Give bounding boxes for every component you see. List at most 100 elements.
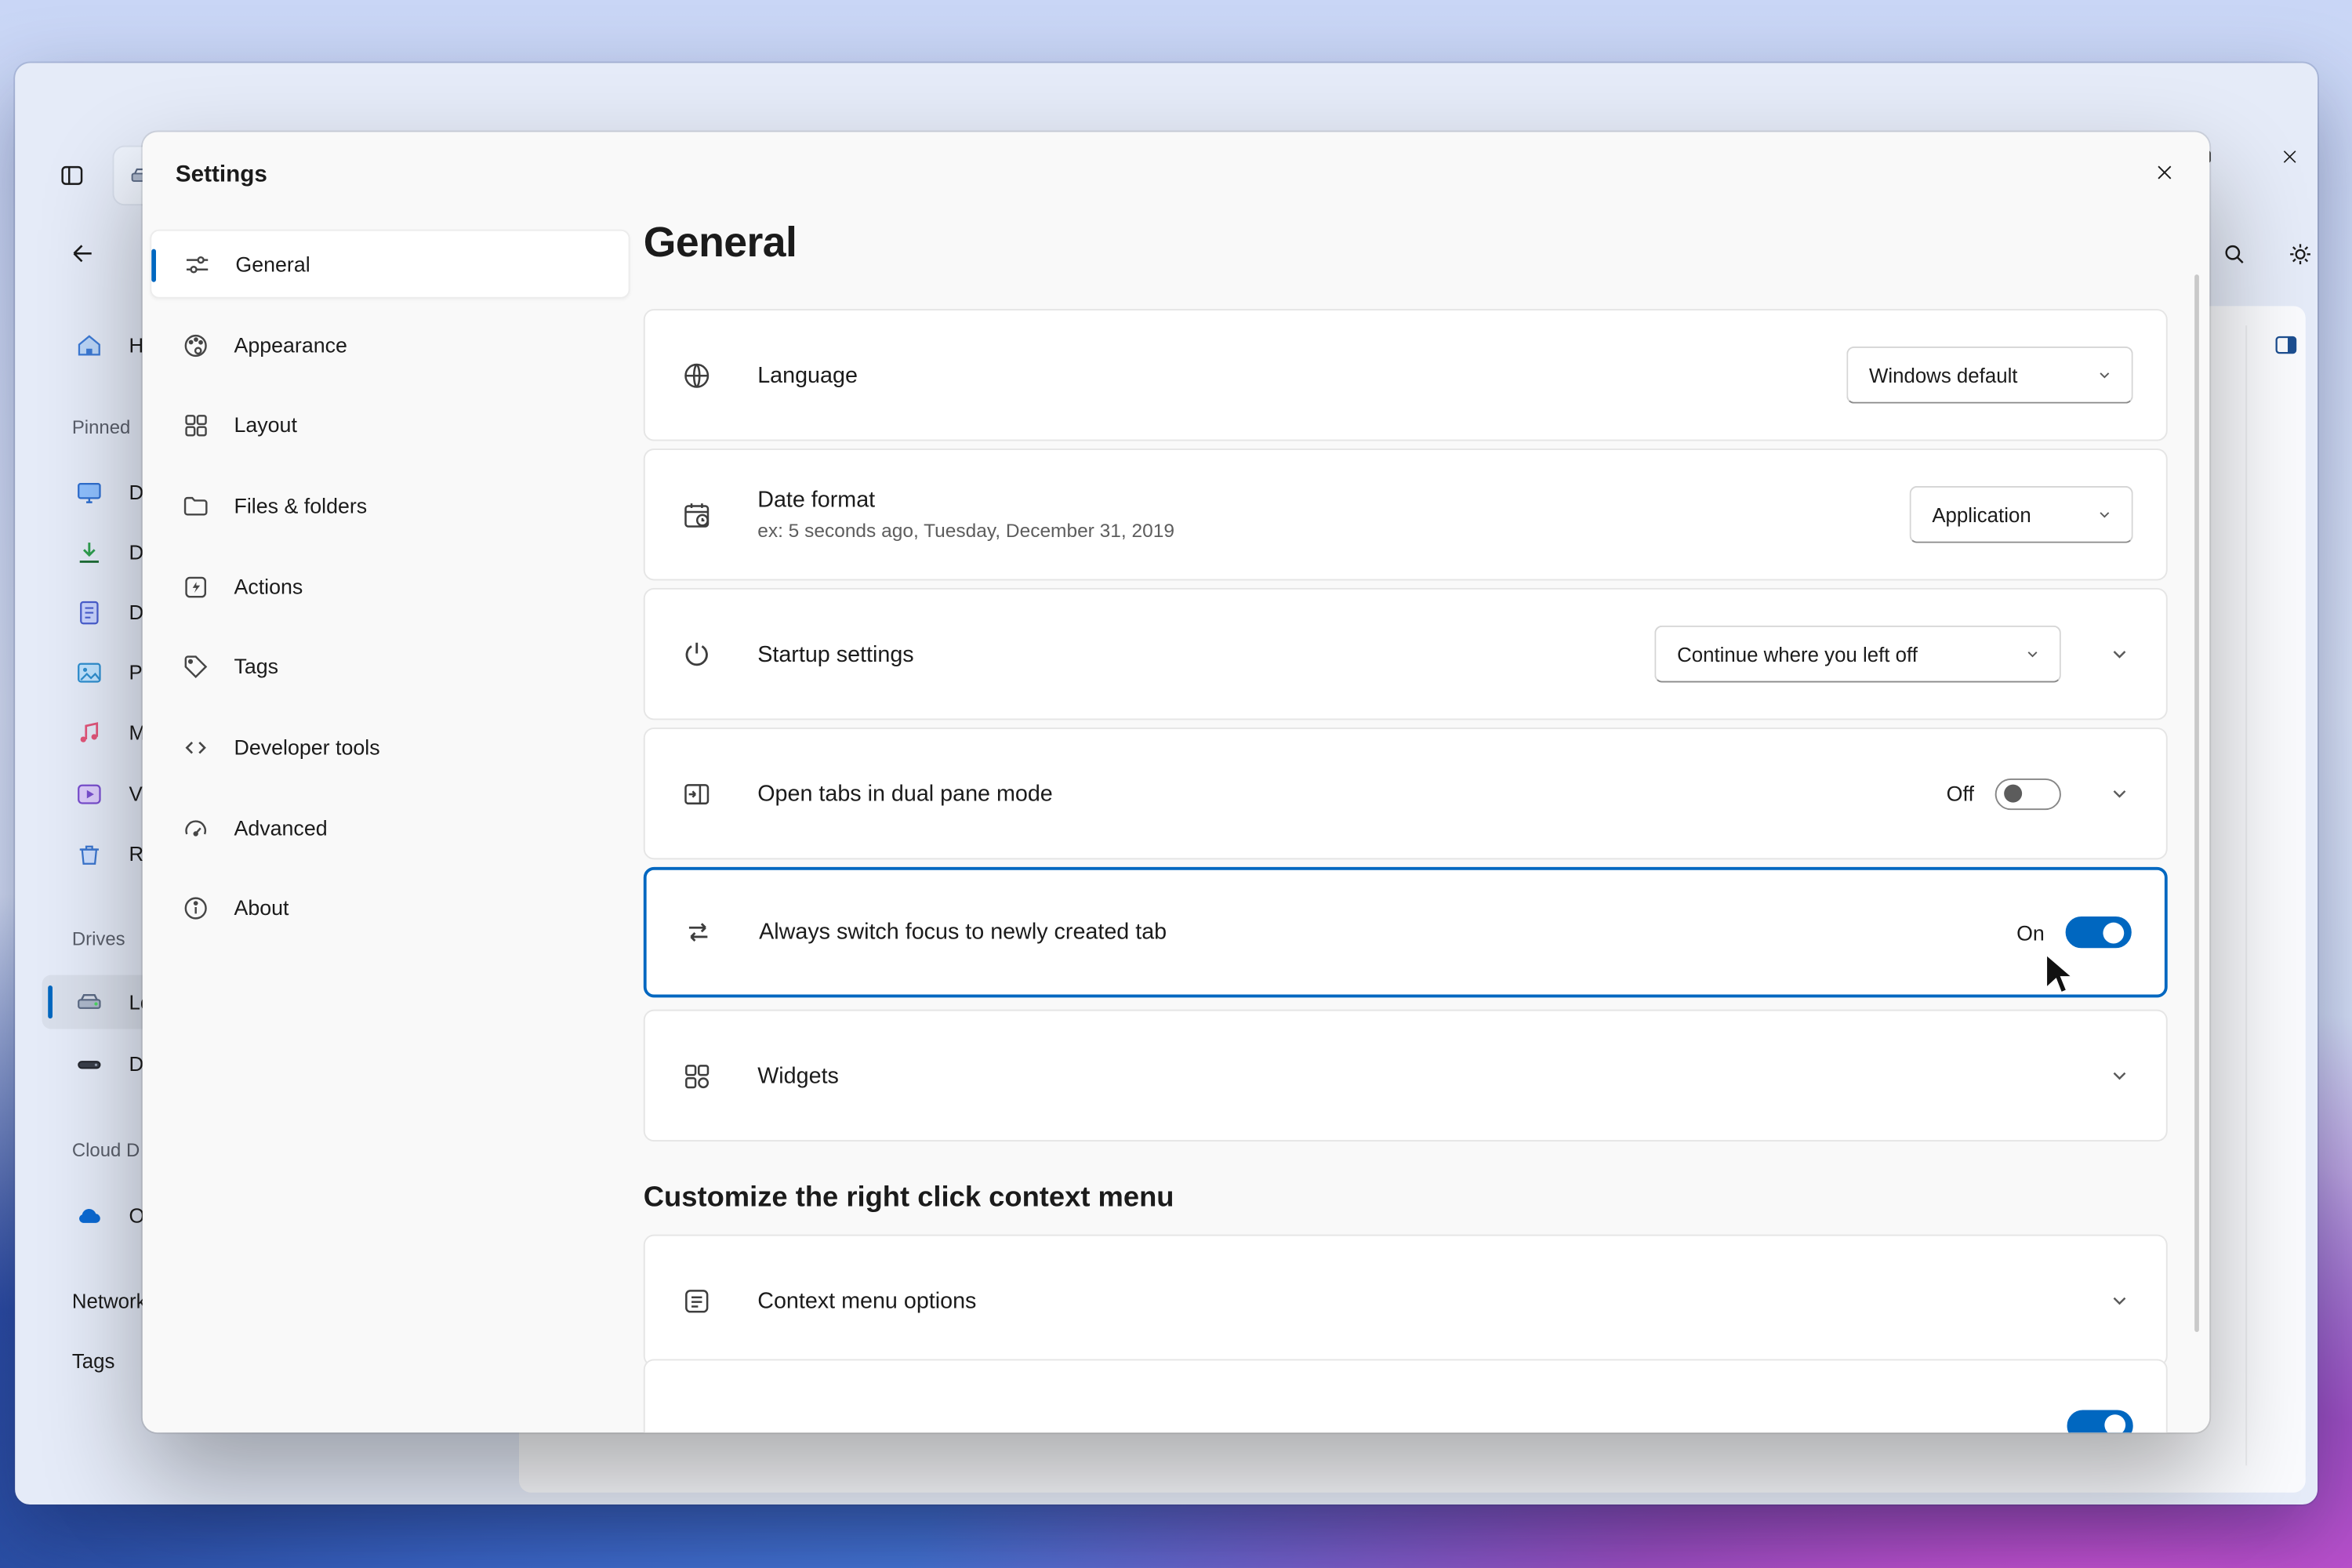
dialog-close-button[interactable] xyxy=(2137,147,2191,198)
desktop-icon xyxy=(75,477,103,506)
sidebar-toggle-icon xyxy=(59,162,85,189)
calendar-clock-icon xyxy=(681,499,713,530)
home-icon xyxy=(75,331,103,359)
videos-icon xyxy=(75,779,103,808)
expand-chevron-icon[interactable] xyxy=(2106,642,2132,666)
tag-icon xyxy=(182,652,210,680)
expand-chevron-icon[interactable] xyxy=(2106,1289,2132,1313)
setting-label: Open tabs in dual pane mode xyxy=(757,781,1053,807)
setting-row-date-format: Date format ex: 5 seconds ago, Tuesday, … xyxy=(644,448,2168,580)
nav-label: About xyxy=(234,895,289,920)
sidebar-section-pinned: Pinned xyxy=(72,417,130,438)
nav-label: Developer tools xyxy=(234,735,379,760)
sidebar-item-network[interactable]: Network xyxy=(72,1290,147,1312)
expand-chevron-icon[interactable] xyxy=(2106,782,2132,806)
pictures-icon xyxy=(75,658,103,686)
settings-nav-tags[interactable]: Tags xyxy=(150,631,630,700)
expand-chevron-icon[interactable] xyxy=(2106,1064,2132,1088)
setting-row-context-menu[interactable]: Context menu options xyxy=(644,1235,2168,1367)
date-format-dropdown[interactable]: Application xyxy=(1910,486,2133,543)
sidebar-section-cloud-drives: Cloud D xyxy=(72,1140,140,1161)
settings-nav-developer-tools[interactable]: Developer tools xyxy=(150,713,630,782)
folder-icon xyxy=(182,492,210,520)
nav-label: Appearance xyxy=(234,333,347,358)
chevron-down-icon xyxy=(2096,506,2114,524)
switch-focus-toggle[interactable] xyxy=(2066,916,2132,948)
screen: Local Disk (C:) xyxy=(0,0,2352,1568)
setting-row-dual-pane[interactable]: Open tabs in dual pane mode Off xyxy=(644,728,2168,859)
language-dropdown[interactable]: Windows default xyxy=(1846,347,2132,404)
nav-label: Tags xyxy=(234,654,278,678)
setting-description: ex: 5 seconds ago, Tuesday, December 31,… xyxy=(757,519,1174,542)
mouse-cursor xyxy=(2043,953,2076,997)
setting-row-startup[interactable]: Startup settings Continue where you left… xyxy=(644,588,2168,720)
slim-drive-icon xyxy=(75,1049,103,1077)
search-button[interactable] xyxy=(2211,233,2256,275)
nav-label: Advanced xyxy=(234,816,327,840)
back-arrow-icon xyxy=(69,240,96,267)
page-title: General xyxy=(644,219,797,267)
nav-label: Actions xyxy=(234,575,303,599)
setting-row-widgets[interactable]: Widgets xyxy=(644,1010,2168,1142)
widgets-icon xyxy=(681,1060,713,1091)
chevron-down-icon xyxy=(2096,366,2114,384)
dialog-title: Settings xyxy=(176,162,267,189)
dropdown-value: Windows default xyxy=(1869,364,2018,387)
settings-nav-layout[interactable]: Layout xyxy=(150,390,630,459)
grid-icon xyxy=(182,410,210,438)
settings-nav-appearance[interactable]: Appearance xyxy=(150,310,630,379)
toggle-state-label: On xyxy=(2016,920,2045,945)
dropdown-value: Application xyxy=(1932,503,2031,526)
cloud-icon xyxy=(75,1201,103,1229)
partial-row-toggle[interactable] xyxy=(2067,1410,2133,1433)
window-close-button[interactable] xyxy=(2255,129,2318,183)
split-pane-icon xyxy=(2273,332,2299,358)
dual-pane-icon xyxy=(681,778,713,809)
selection-accent-bar xyxy=(151,249,156,282)
startup-dropdown[interactable]: Continue where you left off xyxy=(1654,626,2061,683)
settings-nav-files-folders[interactable]: Files & folders xyxy=(150,471,630,540)
swap-arrows-icon xyxy=(683,916,714,948)
setting-row-language: Language Windows default xyxy=(644,309,2168,441)
palette-icon xyxy=(182,331,210,359)
document-icon xyxy=(75,597,103,626)
sidebar-item-tags[interactable]: Tags xyxy=(72,1350,115,1373)
toggle-knob xyxy=(2004,784,2022,802)
settings-dialog: Settings General Appearance Layout xyxy=(143,132,2210,1432)
recycle-bin-icon xyxy=(75,839,103,867)
code-icon xyxy=(182,733,210,761)
drive-icon xyxy=(75,988,103,1016)
sidebar-section-drives: Drives xyxy=(72,928,125,949)
dialog-scrollbar[interactable] xyxy=(2194,274,2199,1332)
sliders-icon xyxy=(183,250,211,278)
setting-row-partial[interactable] xyxy=(644,1359,2168,1432)
toggle-knob xyxy=(2103,922,2124,943)
sidebar-toggle-button[interactable] xyxy=(51,156,93,195)
back-button[interactable] xyxy=(60,233,105,275)
settings-nav-general[interactable]: General xyxy=(150,230,630,299)
dual-pane-toggle[interactable] xyxy=(1995,778,2061,809)
gauge-icon xyxy=(182,814,210,842)
setting-label: Widgets xyxy=(757,1063,839,1089)
setting-label: Date format xyxy=(757,488,1174,514)
settings-gear-button[interactable] xyxy=(2277,233,2318,275)
toggle-knob xyxy=(2104,1414,2125,1432)
settings-nav-advanced[interactable]: Advanced xyxy=(150,793,630,862)
nav-label: Layout xyxy=(234,412,296,437)
chevron-down-icon xyxy=(2024,645,2042,663)
setting-label: Always switch focus to newly created tab xyxy=(759,920,1167,946)
preview-pane-toggle-button[interactable] xyxy=(2265,325,2307,365)
gear-icon xyxy=(2287,241,2313,267)
section-heading: Customize the right click context menu xyxy=(644,1182,1174,1215)
dropdown-value: Continue where you left off xyxy=(1677,643,1918,666)
close-icon xyxy=(2154,162,2175,183)
setting-row-switch-focus[interactable]: Always switch focus to newly created tab… xyxy=(644,867,2168,997)
setting-label: Context menu options xyxy=(757,1288,976,1314)
column-divider xyxy=(2245,325,2247,1465)
setting-label: Language xyxy=(757,362,858,388)
settings-nav-actions[interactable]: Actions xyxy=(150,552,630,621)
nav-label: Files & folders xyxy=(234,493,367,517)
actions-icon xyxy=(182,572,210,601)
close-icon xyxy=(2279,147,2299,166)
settings-nav-about[interactable]: About xyxy=(150,873,630,942)
